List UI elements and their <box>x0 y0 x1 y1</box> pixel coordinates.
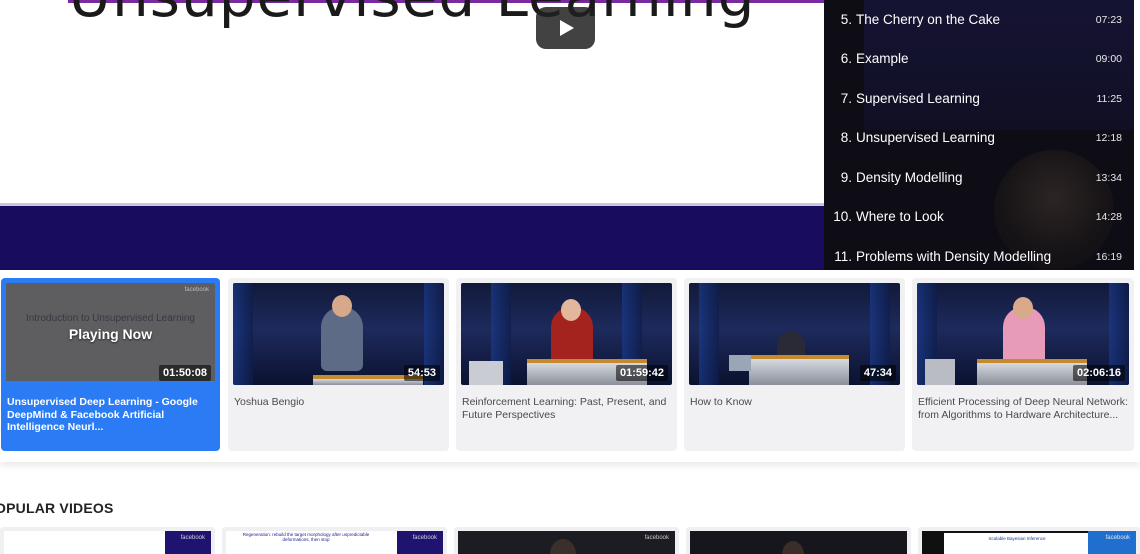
slide-title: Unsupervised Learning <box>0 0 824 30</box>
popular-video-card[interactable]: facebook <box>0 527 215 554</box>
chapter-title: Example <box>856 51 909 66</box>
chapter-item[interactable]: 10. Where to Look 14:28 <box>824 197 1134 236</box>
play-button[interactable] <box>536 7 595 49</box>
stage-podium <box>749 355 849 385</box>
chapter-item[interactable]: 6. Example 09:00 <box>824 39 1134 78</box>
speaker-head <box>561 299 581 321</box>
chapter-number: 6. <box>840 51 852 66</box>
stage-curtain <box>233 283 253 385</box>
chapter-list: 5. The Cherry on the Cake 07:23 6. Examp… <box>824 0 1134 270</box>
chapter-time: 14:28 <box>1095 210 1122 223</box>
thumbnail-slide-text: Regeneration: rebuild the target morphol… <box>242 532 370 542</box>
popular-video-card[interactable]: Regeneration: rebuild the target morphol… <box>222 527 447 554</box>
chapter-number: 11. <box>834 249 852 264</box>
related-video-card[interactable]: 01:59:42 Reinforcement Learning: Past, P… <box>456 278 677 451</box>
chapter-title: Problems with Density Modelling <box>856 249 1052 264</box>
chapter-title: Where to Look <box>856 209 944 224</box>
video-title: Reinforcement Learning: Past, Present, a… <box>462 396 667 421</box>
laptop <box>469 361 503 385</box>
laptop <box>729 355 751 371</box>
video-player[interactable]: Unsupervised Learning <box>0 0 824 270</box>
thumbnail-slide-text: Introduction to Unsupervised Learning <box>26 313 195 324</box>
thumbnail-slide: Scalable Bayesian Inference <box>944 533 1090 554</box>
video-duration: 02:06:16 <box>1072 365 1125 381</box>
video-page: Unsupervised Learning 5. The Cherry on t… <box>0 0 1140 554</box>
brand-watermark: facebook <box>412 535 437 541</box>
video-duration: 01:59:42 <box>615 365 668 381</box>
chapter-time: 09:00 <box>1095 52 1122 65</box>
brand-watermark: facebook <box>1105 535 1130 541</box>
chapter-item[interactable]: 8. Unsupervised Learning 12:18 <box>824 118 1134 157</box>
chapter-time: 11:25 <box>1096 92 1123 105</box>
video-thumbnail: 01:59:42 <box>461 283 672 385</box>
video-thumbnail: 54:53 <box>233 283 444 385</box>
slide-footer-band <box>0 203 824 270</box>
related-video-card[interactable]: 54:53 Yoshua Bengio <box>228 278 449 451</box>
video-duration: 47:34 <box>859 365 896 381</box>
play-icon <box>559 20 574 36</box>
video-thumbnail: Scalable Bayesian Inference facebook <box>922 531 1136 554</box>
progress-bar <box>6 381 215 385</box>
speaker-head <box>550 539 576 554</box>
video-duration: 01:50:08 <box>158 365 211 381</box>
video-thumbnail: Regeneration: rebuild the target morphol… <box>226 531 443 554</box>
related-video-card-active[interactable]: facebook Introduction to Unsupervised Le… <box>1 278 220 451</box>
chapter-item[interactable]: 11. Problems with Density Modelling 16:1… <box>824 237 1134 270</box>
related-videos-strip: facebook Introduction to Unsupervised Le… <box>0 270 1140 462</box>
popular-video-card[interactable]: facebook <box>454 527 679 554</box>
related-video-card[interactable]: 02:06:16 Efficient Processing of Deep Ne… <box>912 278 1134 451</box>
chapter-number: 8. <box>840 130 852 145</box>
brand-watermark: facebook <box>184 287 209 293</box>
laptop <box>925 359 955 385</box>
chapter-time: 16:19 <box>1095 250 1122 263</box>
stage-podium <box>977 359 1087 385</box>
thumbnail-slide-text: Scalable Bayesian Inference <box>988 536 1046 541</box>
popular-videos-heading: OPULAR VIDEOS <box>0 500 114 516</box>
playing-now-label: Playing Now <box>68 326 153 342</box>
stage-curtain <box>699 283 719 385</box>
video-thumbnail: facebook <box>458 531 675 554</box>
video-thumbnail <box>690 531 907 554</box>
chapter-time: 07:23 <box>1095 13 1122 26</box>
chapter-title: Density Modelling <box>856 170 963 185</box>
chapter-title: Supervised Learning <box>856 91 980 106</box>
brand-watermark: facebook <box>644 535 669 541</box>
chapter-item[interactable]: 5. The Cherry on the Cake 07:23 <box>824 0 1134 39</box>
video-duration: 54:53 <box>403 365 440 381</box>
chapter-title: The Cherry on the Cake <box>856 12 1001 27</box>
chapter-number: 9. <box>840 170 852 185</box>
brand-watermark: facebook <box>180 535 205 541</box>
video-title: Unsupervised Deep Learning - Google Deep… <box>7 396 198 433</box>
related-video-card[interactable]: 47:34 How to Know <box>684 278 905 451</box>
video-thumbnail: facebook <box>4 531 211 554</box>
chapter-number: 10. <box>833 209 852 224</box>
chapter-number: 7. <box>840 91 852 106</box>
speaker-head <box>1013 297 1033 319</box>
video-thumbnail: 47:34 <box>689 283 900 385</box>
chapter-time: 13:34 <box>1095 171 1122 184</box>
chapter-time: 12:18 <box>1095 131 1122 144</box>
video-title: Efficient Processing of Deep Neural Netw… <box>918 396 1128 421</box>
popular-video-card[interactable] <box>686 527 911 554</box>
chapter-number: 5. <box>840 12 852 27</box>
chapter-item[interactable]: 7. Supervised Learning 11:25 <box>824 79 1134 118</box>
popular-video-card[interactable]: Scalable Bayesian Inference facebook <box>918 527 1140 554</box>
speaker-head <box>332 295 352 317</box>
video-thumbnail: 02:06:16 <box>917 283 1129 385</box>
video-title: Yoshua Bengio <box>234 396 305 408</box>
video-thumbnail: facebook Introduction to Unsupervised Le… <box>6 283 215 385</box>
chapter-title: Unsupervised Learning <box>856 130 995 145</box>
speaker-head <box>782 541 804 554</box>
chapter-item[interactable]: 9. Density Modelling 13:34 <box>824 158 1134 197</box>
video-title: How to Know <box>690 396 752 408</box>
